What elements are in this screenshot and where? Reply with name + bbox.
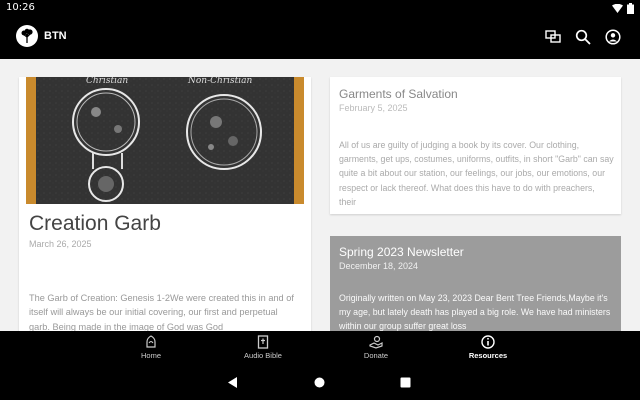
status-icons (612, 3, 634, 14)
nav-home-label: Home (140, 351, 161, 360)
post-title: Creation Garb (29, 212, 161, 235)
post-date: December 18, 2024 (339, 261, 419, 271)
status-time: 10:26 (6, 2, 35, 13)
account-icon[interactable] (604, 28, 622, 46)
status-bar: 10:26 (0, 0, 640, 17)
brand-name: BTN (44, 30, 67, 42)
post-title: Garments of Salvation (339, 87, 458, 101)
home-circle-icon[interactable] (314, 377, 325, 388)
info-icon (481, 335, 495, 349)
post-date: March 26, 2025 (29, 239, 92, 249)
nav-audio-bible[interactable]: Audio Bible (223, 335, 303, 360)
post-excerpt: Originally written on May 23, 2023 Dear … (339, 293, 611, 331)
image-label-left: Christian (86, 77, 128, 86)
nav-donate-label: Donate (363, 351, 389, 360)
home-icon (146, 335, 156, 348)
battery-icon (627, 3, 634, 14)
nav-home[interactable]: Home (111, 335, 191, 360)
post-excerpt: The Garb of Creation: Genesis 1-2We were… (29, 293, 294, 331)
wifi-icon (612, 4, 623, 13)
nav-resources-label: Resources (468, 351, 508, 360)
recents-icon[interactable] (400, 377, 411, 388)
app-bar: BTN (0, 17, 640, 59)
tree-logo-icon (21, 28, 33, 43)
back-icon[interactable] (228, 377, 238, 388)
image-label-right: Non-Christian (187, 77, 252, 86)
donate-icon (369, 335, 383, 349)
post-card-spring-newsletter[interactable]: Spring 2023 Newsletter December 18, 2024… (330, 236, 621, 331)
post-title: Spring 2023 Newsletter (339, 245, 464, 259)
toolbar-actions (544, 28, 622, 46)
post-image: Christian Non-Christian (26, 77, 304, 204)
system-nav-bar (0, 367, 640, 400)
nav-resources[interactable]: Resources (448, 335, 528, 360)
nav-audio-bible-label: Audio Bible (244, 351, 282, 360)
post-feed: Christian Non-Christian Creation Garb Ma… (0, 59, 640, 331)
logo[interactable] (16, 25, 38, 47)
search-icon[interactable] (574, 28, 592, 46)
post-date: February 5, 2025 (339, 103, 408, 113)
nav-donate[interactable]: Donate (336, 335, 416, 360)
bible-icon (257, 335, 269, 349)
chat-icon[interactable] (544, 28, 562, 46)
bottom-nav: Home Audio Bible Donate Resources (0, 331, 640, 367)
post-card-garments-of-salvation[interactable]: Garments of Salvation February 5, 2025 A… (330, 77, 621, 214)
post-card-creation-garb[interactable]: Christian Non-Christian Creation Garb Ma… (19, 77, 311, 331)
post-excerpt: All of us are guilty of judging a book b… (339, 140, 614, 207)
